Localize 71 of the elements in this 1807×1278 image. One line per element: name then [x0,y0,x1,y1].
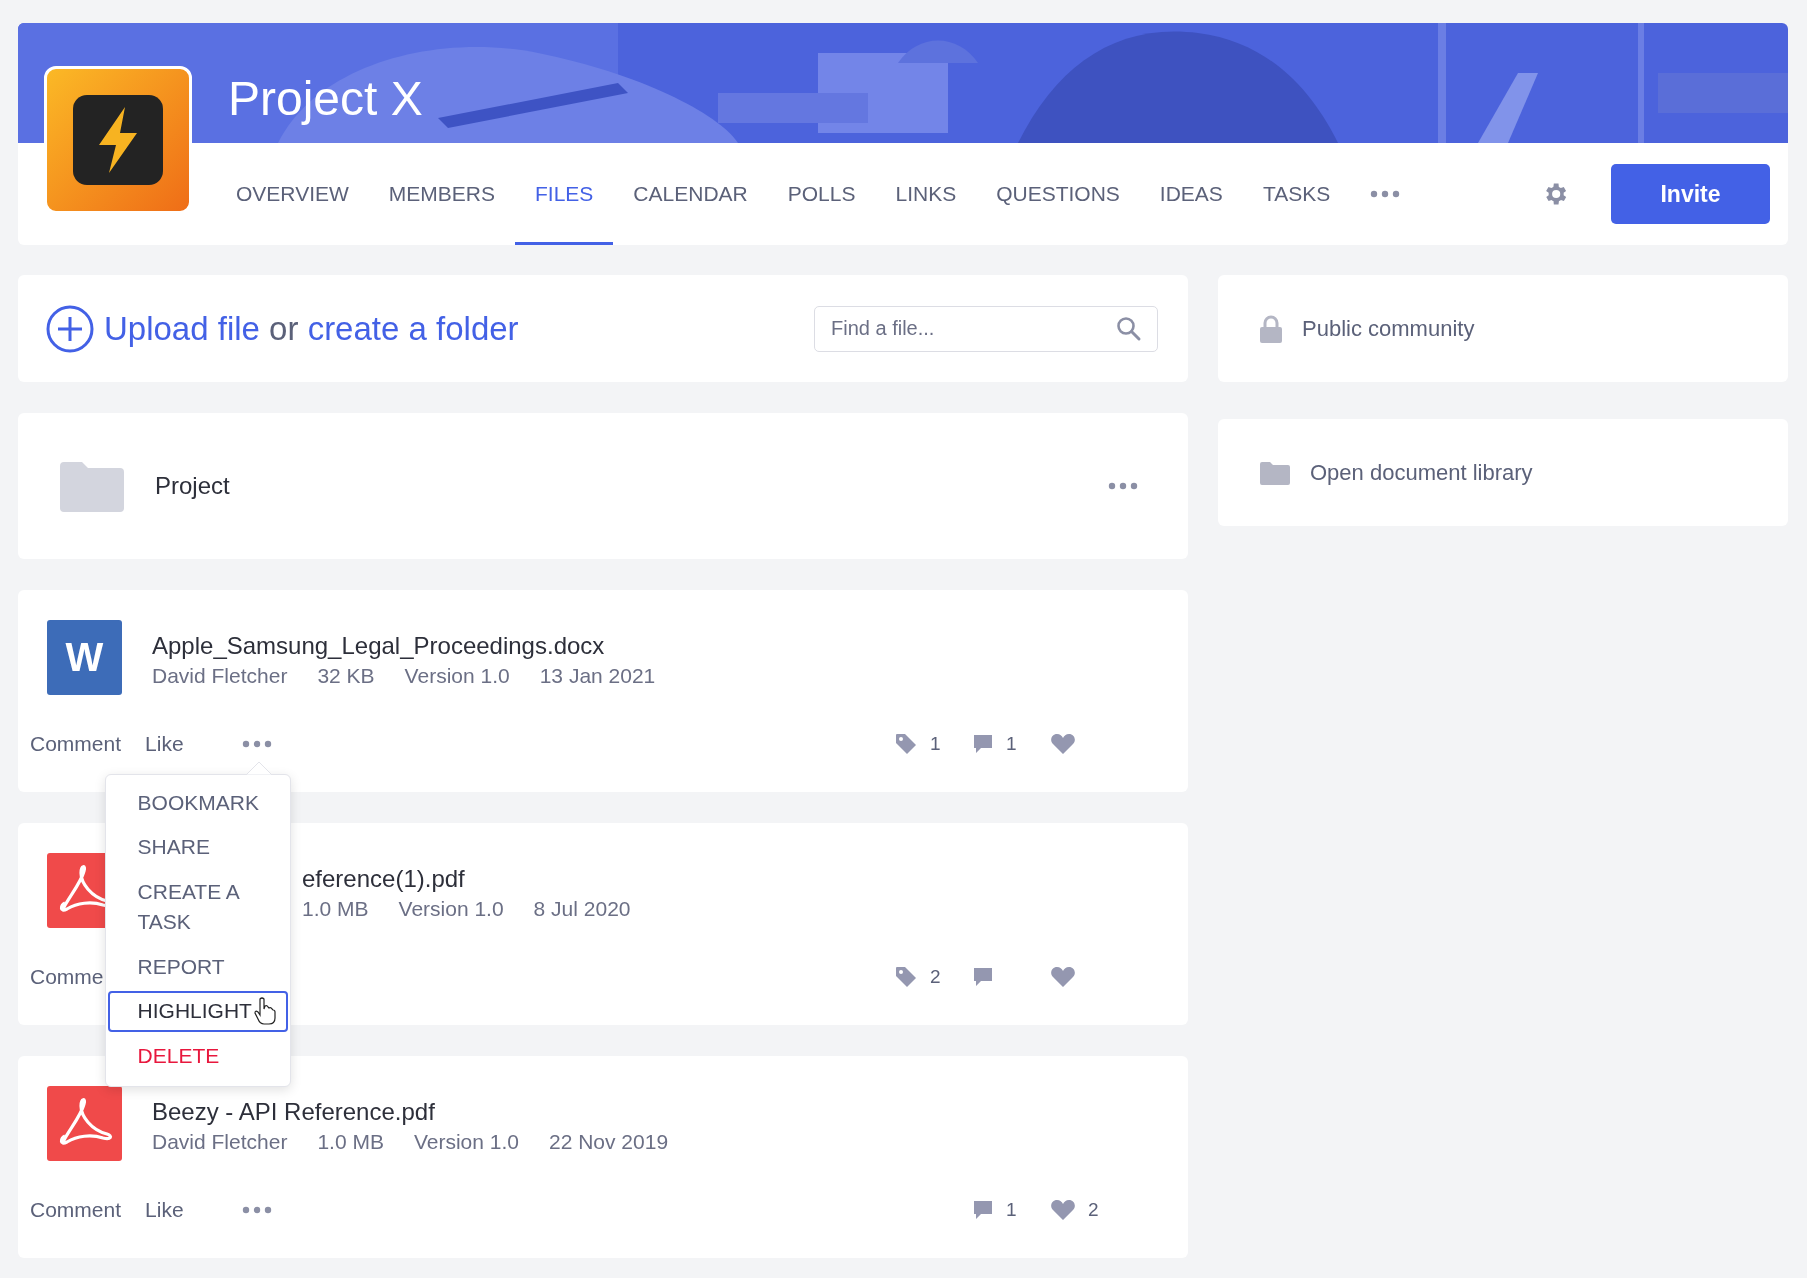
file-meta: Version 1.0 [404,664,510,688]
lock-icon [1260,314,1282,343]
comment-icon [972,966,994,988]
menu-item[interactable]: DELETE [107,1035,288,1077]
invite-button[interactable]: Invite [1611,164,1770,224]
nav-tab[interactable]: IDEAS [1139,143,1243,245]
search-icon[interactable] [1116,315,1142,342]
more-icon[interactable] [241,1206,272,1214]
sidebar-link: Public community [1302,315,1475,342]
file-action-link[interactable]: Comme [30,965,104,989]
file-name[interactable]: Beezy - API Reference.pdf [152,1098,669,1126]
menu-item[interactable]: REPORT [107,946,288,988]
file-action-link[interactable]: Comment [30,732,122,756]
nav-tab[interactable]: MEMBERS [368,143,515,245]
nav-tab[interactable]: CALENDAR [613,143,768,245]
file-action-link[interactable]: Like [145,1198,184,1222]
heart-icon [1050,733,1076,755]
menu-item[interactable]: SHARE [107,827,288,868]
file-meta: 32 KB [317,664,375,688]
menu-item[interactable]: CREATE A TASK [107,871,288,943]
file-name[interactable]: eference(1).pdf [302,865,631,893]
hand-cursor-icon [253,997,276,1025]
create-folder-link[interactable]: create a folder [307,309,519,347]
add-icon[interactable] [46,304,94,353]
folder-card[interactable]: Project [18,413,1188,559]
file-name[interactable]: Apple_Samsung_Legal_Proceedings.docx [152,632,656,660]
search-field[interactable]: Find a file... [814,305,1158,352]
file-meta: David Fletcher [152,1130,288,1154]
sidebar-link: Open document library [1310,459,1533,486]
folder-icon [60,460,124,512]
sidebar-card[interactable]: Public community [1218,275,1788,382]
nav-tab[interactable]: FILES [515,143,614,245]
folder-icon [1260,460,1290,485]
menu-item[interactable]: HIGHLIGHT [107,991,288,1032]
comment-icon [972,1199,994,1221]
nav-tab[interactable]: OVERVIEW [216,143,369,245]
word-file-icon: W [47,620,122,695]
tag-icon [894,965,918,989]
project-title: Project X [227,71,423,123]
more-icon[interactable] [1108,482,1138,490]
file-meta: 13 Jan 2021 [539,664,656,688]
file-meta: 22 Nov 2019 [549,1130,669,1154]
more-icon[interactable] [241,740,272,748]
upload-file-link[interactable]: Upload file [104,309,260,347]
stat-count: 2 [1088,1199,1099,1221]
tag-icon [894,732,918,756]
nav-tab[interactable]: TASKS [1242,143,1351,245]
file-meta: Version 1.0 [413,1130,519,1154]
file-meta: 8 Jul 2020 [533,897,631,921]
menu-item[interactable]: BOOKMARK [107,783,288,824]
stat-count: 1 [930,733,941,755]
more-icon[interactable] [1370,190,1401,198]
heart-icon [1050,966,1076,988]
stat-count: 2 [930,966,941,988]
stat-count: 1 [1006,1199,1017,1221]
file-meta: Version 1.0 [398,897,504,921]
stat-count: 1 [1006,733,1017,755]
file-meta: David Fletcher [152,664,288,688]
heart-icon [1050,1199,1076,1221]
comment-icon [972,733,994,755]
folder-name: Project [155,472,230,500]
file-action-link[interactable]: Comment [30,1198,122,1222]
upload-prompt: Upload file or create a folder [104,309,519,348]
file-action-link[interactable]: Like [145,732,184,756]
file-meta: 1.0 MB [302,897,369,921]
sidebar-card[interactable]: Open document library [1218,419,1788,526]
nav-tab[interactable]: POLLS [767,143,876,245]
lightning-icon [73,95,163,185]
nav-tab[interactable]: QUESTIONS [976,143,1140,245]
file-meta: 1.0 MB [317,1130,384,1154]
nav-tab[interactable]: LINKS [875,143,977,245]
